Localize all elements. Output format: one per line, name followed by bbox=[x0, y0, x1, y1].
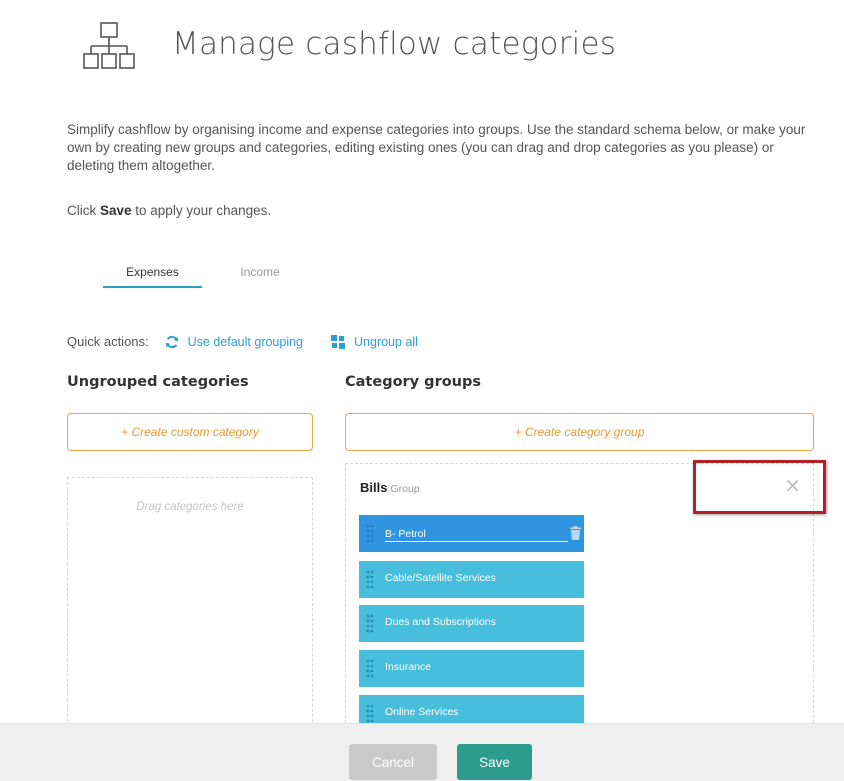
intro-text: Simplify cashflow by organising income a… bbox=[67, 122, 806, 173]
ungroup-all-label: Ungroup all bbox=[354, 334, 418, 349]
group-type-label: Group bbox=[390, 483, 420, 495]
save-hint: Click Save to apply your changes. bbox=[67, 203, 271, 218]
group-title: Bills Group bbox=[360, 480, 420, 495]
highlight-annotation bbox=[693, 460, 826, 514]
ungrouped-categories-title: Ungrouped categories bbox=[67, 374, 249, 390]
drag-handle-icon[interactable] bbox=[366, 524, 374, 544]
category-item[interactable]: Insurance bbox=[359, 650, 584, 687]
page-title: Manage cashflow categories bbox=[172, 26, 617, 62]
drop-placeholder: Drag categories here bbox=[136, 501, 244, 513]
category-name-input[interactable] bbox=[385, 526, 568, 542]
category-groups-title: Category groups bbox=[345, 374, 482, 390]
trash-icon[interactable] bbox=[570, 526, 581, 540]
quick-actions-label: Quick actions: bbox=[67, 334, 149, 349]
refresh-icon bbox=[165, 335, 178, 348]
use-default-grouping-link[interactable]: Use default grouping bbox=[165, 335, 303, 349]
drag-handle-icon[interactable] bbox=[366, 570, 374, 590]
category-item[interactable]: Dues and Subscriptions bbox=[359, 605, 584, 642]
category-label: Dues and Subscriptions bbox=[385, 616, 496, 628]
category-label: Insurance bbox=[385, 661, 432, 673]
category-label: Cable/Satellite Services bbox=[385, 572, 496, 584]
category-item[interactable] bbox=[359, 515, 584, 552]
drag-handle-icon[interactable] bbox=[366, 659, 374, 679]
ungrouped-drop-zone[interactable]: Drag categories here bbox=[67, 477, 313, 727]
hierarchy-icon bbox=[83, 22, 135, 69]
cancel-button[interactable]: Cancel bbox=[349, 744, 437, 780]
create-custom-category-button[interactable]: + Create custom category bbox=[67, 413, 313, 451]
drag-handle-icon[interactable] bbox=[366, 614, 374, 634]
group-name: Bills bbox=[360, 480, 388, 495]
quick-actions: Quick actions: Use default grouping Ungr… bbox=[67, 334, 446, 349]
hint-save-word: Save bbox=[100, 203, 132, 218]
tab-income[interactable]: Income bbox=[202, 262, 318, 288]
grid-icon bbox=[331, 334, 346, 349]
footer-bar: Cancel Save bbox=[0, 723, 844, 781]
create-category-group-button[interactable]: + Create category group bbox=[345, 413, 814, 451]
category-label: Online Services bbox=[385, 706, 459, 718]
tab-expenses[interactable]: Expenses bbox=[103, 262, 202, 288]
category-item[interactable]: Cable/Satellite Services bbox=[359, 561, 584, 598]
ungroup-all-link[interactable]: Ungroup all bbox=[331, 334, 418, 349]
save-button[interactable]: Save bbox=[457, 744, 532, 780]
use-default-grouping-label: Use default grouping bbox=[187, 334, 304, 349]
drag-handle-icon[interactable] bbox=[366, 704, 374, 724]
category-tabs: Expenses Income bbox=[103, 262, 318, 288]
hint-prefix: Click bbox=[67, 203, 100, 218]
hint-suffix: to apply your changes. bbox=[131, 203, 272, 218]
